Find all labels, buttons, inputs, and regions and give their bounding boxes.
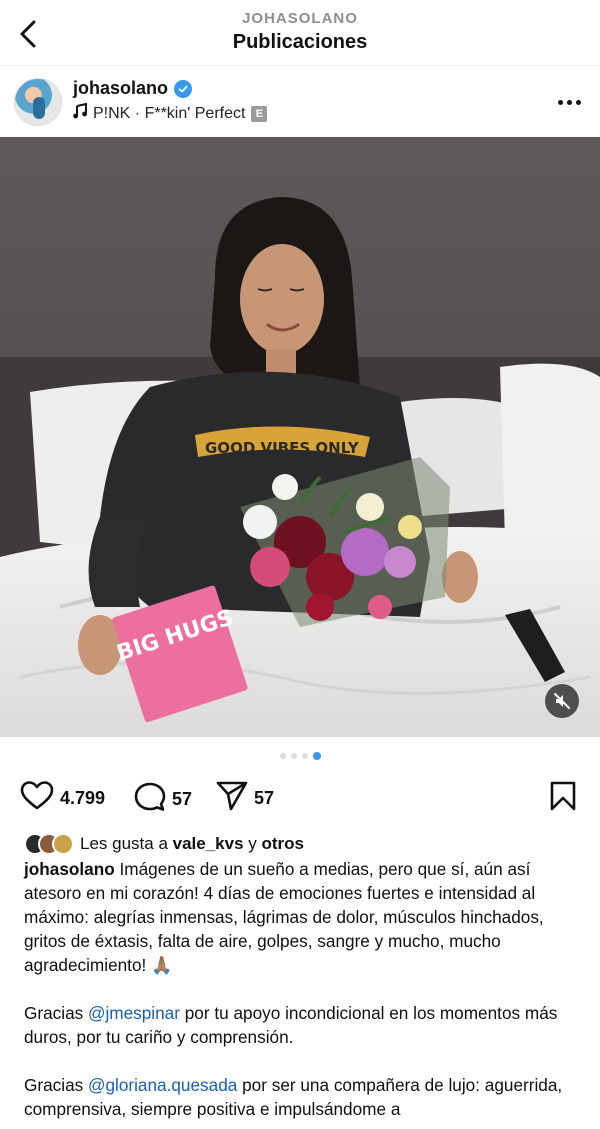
- post-username[interactable]: johasolano: [73, 78, 168, 99]
- heart-icon: [20, 781, 54, 816]
- post-header: johasolano P!NK · F**kin' Perfect E: [0, 66, 600, 136]
- caption-text: Gracias: [24, 1003, 84, 1023]
- liked-by-connector: y: [248, 834, 257, 853]
- liked-by-text: Les gusta a vale_kvs y otros: [80, 834, 304, 854]
- avatar[interactable]: [14, 78, 62, 126]
- mention-link[interactable]: @gloriana.quesada: [88, 1075, 237, 1095]
- song-row[interactable]: P!NK · F**kin' Perfect E: [73, 102, 268, 124]
- share-icon: [216, 781, 248, 816]
- like-button[interactable]: 4.799: [20, 781, 105, 816]
- liker-avatar: [52, 833, 74, 855]
- caption-paragraph: Gracias @jmespinar por tu apoyo incondic…: [24, 1001, 584, 1049]
- share-button[interactable]: 57: [216, 781, 274, 816]
- more-options-icon[interactable]: [554, 90, 584, 114]
- likes-count: 4.799: [60, 788, 106, 808]
- bookmark-icon[interactable]: [550, 781, 576, 816]
- post-username-row[interactable]: johasolano: [73, 78, 193, 99]
- account-name: JOHASOLANO: [242, 10, 358, 27]
- caption-paragraph: johasolano Imágenes de un sueño a medias…: [24, 857, 584, 977]
- carousel-dot: [290, 753, 297, 759]
- caption-text: Gracias: [24, 1075, 84, 1095]
- music-note-icon: [73, 102, 87, 124]
- liked-by-row[interactable]: Les gusta a vale_kvs y otros: [24, 830, 304, 858]
- comment-icon: [134, 781, 166, 818]
- top-bar: JOHASOLANO Publicaciones: [0, 0, 600, 66]
- page-title: Publicaciones: [232, 31, 368, 53]
- caption-paragraph: Gracias @gloriana.quesada por ser una co…: [24, 1073, 584, 1121]
- caption: johasolano Imágenes de un sueño a medias…: [24, 857, 584, 1129]
- sweatshirt-print: GOOD VIBES ONLY: [205, 439, 360, 457]
- post-actions: 4.799 57 57: [0, 775, 600, 819]
- carousel-dot-active: [312, 752, 321, 760]
- shares-count: 57: [254, 788, 275, 808]
- mute-icon[interactable]: [545, 684, 579, 718]
- comment-button[interactable]: 57: [134, 781, 192, 818]
- carousel-indicator: [0, 752, 600, 763]
- post-photo-illustration: GOOD VIBES ONLY BIG HUGS: [0, 137, 600, 737]
- explicit-badge: E: [251, 105, 268, 122]
- caption-username[interactable]: johasolano: [24, 859, 115, 879]
- verified-badge-icon: [174, 79, 193, 98]
- carousel-dot: [301, 753, 308, 759]
- mention-link[interactable]: @jmespinar: [88, 1003, 180, 1023]
- liked-by-user[interactable]: vale_kvs: [173, 834, 244, 853]
- post-image[interactable]: GOOD VIBES ONLY BIG HUGS: [0, 137, 600, 737]
- liked-by-others[interactable]: otros: [262, 834, 305, 853]
- liked-by-prefix: Les gusta a: [80, 834, 168, 853]
- song-title: P!NK · F**kin' Perfect: [93, 104, 246, 122]
- comments-count: 57: [172, 789, 193, 809]
- carousel-dot: [279, 753, 286, 759]
